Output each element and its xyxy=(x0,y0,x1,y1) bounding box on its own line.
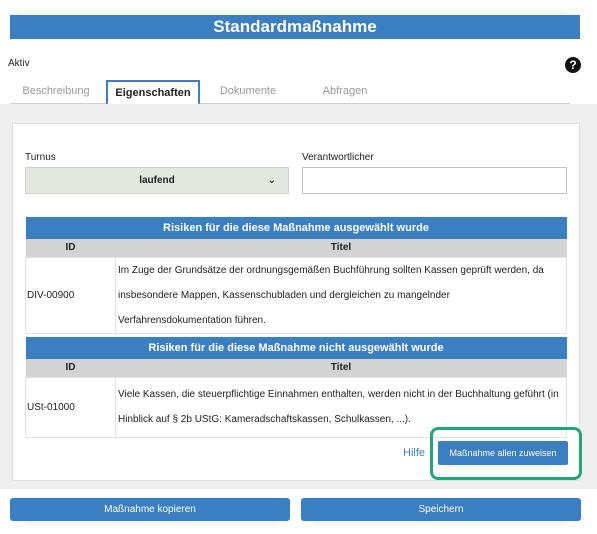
unselected-risks-table: Risiken für die diese Maßnahme nicht aus… xyxy=(25,337,567,438)
question-circle-icon[interactable]: ? xyxy=(565,57,581,73)
tab-bar: Beschreibung Eigenschaften Dokumente Abf… xyxy=(10,80,570,105)
hilfe-link[interactable]: Hilfe xyxy=(403,447,425,459)
chevron-down-icon: ⌄ xyxy=(267,175,276,186)
column-header-id: ID xyxy=(25,359,116,377)
save-button[interactable]: Speichern xyxy=(301,498,581,521)
risk-id: USt-01000 xyxy=(25,376,116,438)
tab-abfragen[interactable]: Abfragen xyxy=(300,80,390,104)
table-caption: Risiken für die diese Maßnahme nicht aus… xyxy=(25,337,567,359)
table-row[interactable]: DIV-00900 Im Zuge der Grundsätze der ord… xyxy=(25,256,567,334)
selected-risks-table: Risiken für die diese Maßnahme ausgewähl… xyxy=(25,217,567,334)
turnus-select[interactable]: laufend ⌄ xyxy=(25,167,289,194)
risk-id: DIV-00900 xyxy=(25,256,116,334)
verantwortlicher-input[interactable] xyxy=(302,167,567,194)
table-caption: Risiken für die diese Maßnahme ausgewähl… xyxy=(25,217,567,239)
status-text: Aktiv xyxy=(8,58,30,69)
turnus-label: Turnus xyxy=(25,152,56,163)
tab-eigenschaften[interactable]: Eigenschaften xyxy=(106,80,200,105)
tab-dokumente[interactable]: Dokumente xyxy=(204,80,292,104)
turnus-value: laufend xyxy=(139,175,175,186)
risk-title: Im Zuge der Grundsätze der ordnungsgemäß… xyxy=(115,256,567,334)
assign-all-button[interactable]: Maßnahme allen zuweisen xyxy=(438,441,568,465)
copy-measure-button[interactable]: Maßnahme kopieren xyxy=(10,498,290,521)
page-title: Standardmaßnahme xyxy=(10,15,580,39)
verantwortlicher-label: Verantwortlicher xyxy=(302,152,374,163)
column-header-titel: Titel xyxy=(115,359,567,377)
tab-beschreibung[interactable]: Beschreibung xyxy=(10,80,102,104)
column-header-titel: Titel xyxy=(115,239,567,257)
column-header-id: ID xyxy=(25,239,116,257)
